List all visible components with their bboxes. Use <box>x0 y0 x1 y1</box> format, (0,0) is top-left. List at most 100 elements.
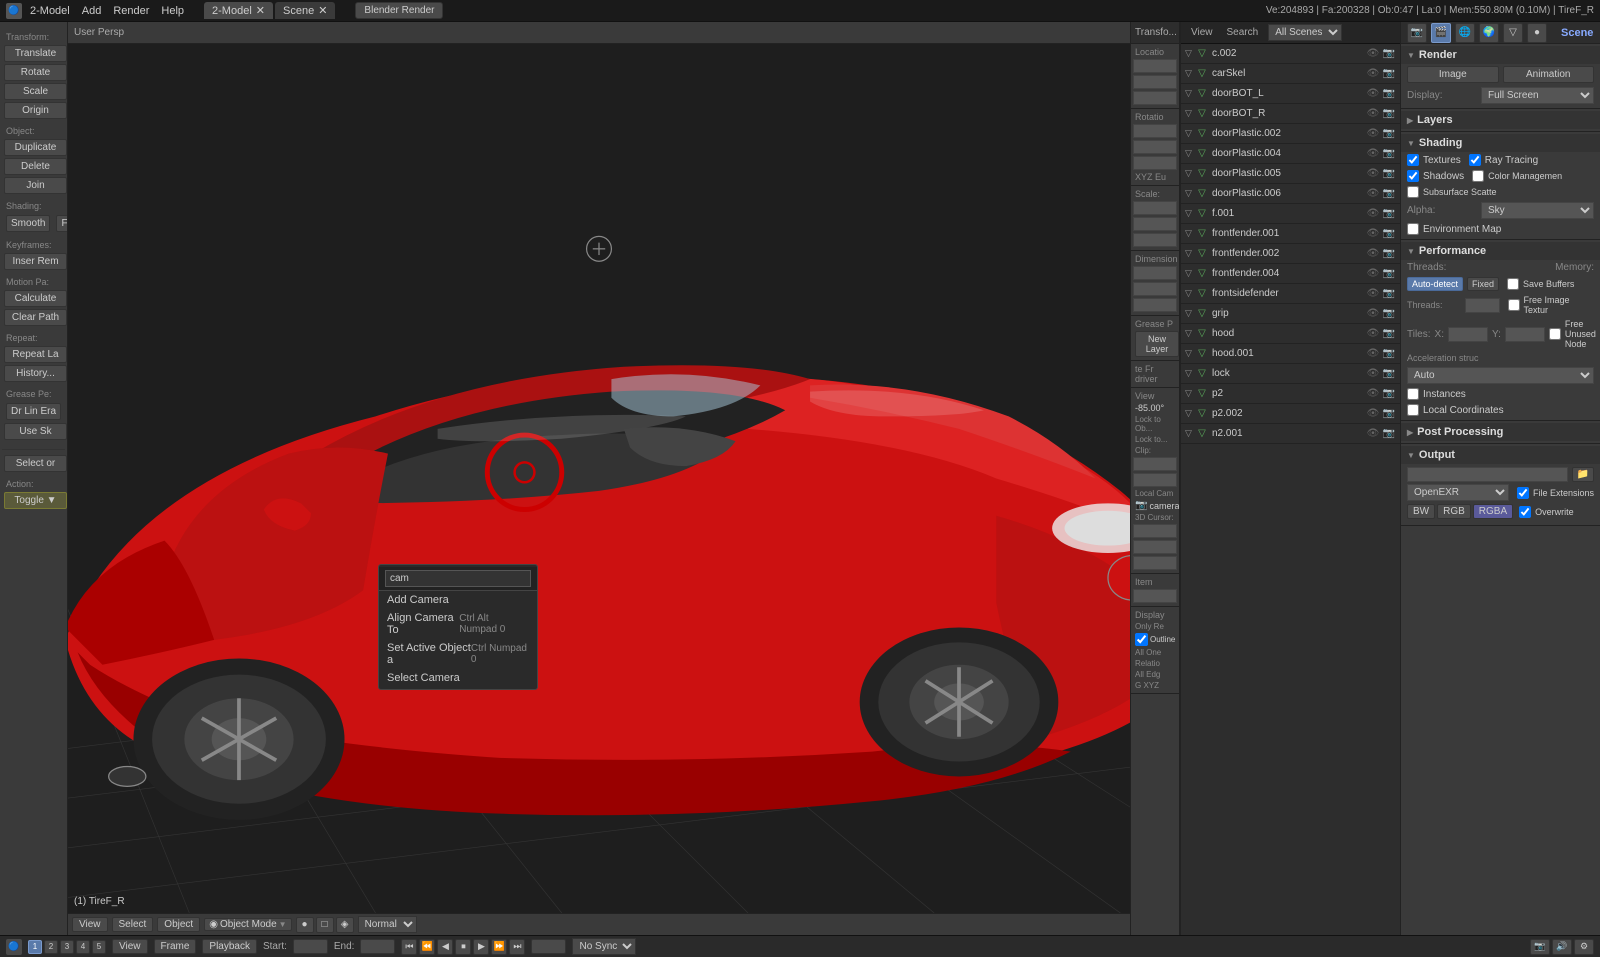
end-frame-input[interactable]: 250 <box>360 939 395 954</box>
op-render[interactable]: 📷 <box>1382 388 1396 399</box>
op-render[interactable]: 📷 <box>1382 88 1396 99</box>
render-properties-icon[interactable]: 🎬 <box>1431 23 1451 43</box>
status-icon-1[interactable]: 📷 <box>1530 939 1550 955</box>
op-render[interactable]: 📷 <box>1382 248 1396 259</box>
menu-help[interactable]: Help <box>161 5 184 17</box>
context-menu-search-input[interactable] <box>385 570 531 587</box>
cursor-z-input[interactable]: -13.68° <box>1133 556 1177 570</box>
layer-2[interactable]: 2 <box>44 940 58 954</box>
scale-y-input[interactable]: -1.0° <box>1133 217 1177 231</box>
skip-back-btn[interactable]: ⏮ <box>401 939 417 955</box>
tab-2model-close[interactable]: ✕ <box>256 4 265 17</box>
loc-y-input[interactable]: -12° <box>1133 75 1177 89</box>
wire-mode-btn[interactable]: □ <box>316 917 334 933</box>
op-vis[interactable]: 👁 <box>1366 88 1380 99</box>
threads-count-input[interactable]: 2 <box>1465 298 1500 313</box>
insert-rem-btn[interactable]: Inser Rem <box>4 253 67 270</box>
outliner-scene-select[interactable]: All Scenes <box>1268 24 1342 41</box>
outliner-item-grip[interactable]: ▽ ▽ grip 👁 📷 <box>1181 304 1400 324</box>
op-render[interactable]: 📷 <box>1382 348 1396 359</box>
tiles-y-input[interactable]: 4 <box>1505 327 1545 342</box>
layer-4[interactable]: 4 <box>76 940 90 954</box>
fixed-btn[interactable]: Fixed <box>1467 277 1499 291</box>
op-render[interactable]: 📷 <box>1382 268 1396 279</box>
op-vis[interactable]: 👁 <box>1366 208 1380 219</box>
context-menu[interactable]: Add Camera Align Camera To Ctrl Alt Nump… <box>378 564 538 690</box>
output-section-title[interactable]: ▼ Output <box>1401 446 1600 464</box>
outliner-item-f001[interactable]: ▽ ▽ f.001 👁 📷 <box>1181 204 1400 224</box>
scale-x-input[interactable]: -1.0° <box>1133 201 1177 215</box>
outliner-search-btn[interactable]: Search <box>1223 26 1263 39</box>
free-unused-checkbox[interactable] <box>1549 328 1561 340</box>
vp-object-btn[interactable]: Object <box>157 917 200 932</box>
op-render[interactable]: 📷 <box>1382 68 1396 79</box>
calculate-btn[interactable]: Calculate <box>4 290 67 307</box>
rotate-btn[interactable]: Rotate <box>4 64 67 81</box>
op-vis[interactable]: 👁 <box>1366 428 1380 439</box>
textures-checkbox[interactable] <box>1407 154 1419 166</box>
op-vis[interactable]: 👁 <box>1366 188 1380 199</box>
scale-btn[interactable]: Scale <box>4 83 67 100</box>
loc-z-input[interactable]: -9.3° <box>1133 91 1177 105</box>
file-ext-checkbox[interactable] <box>1517 487 1529 499</box>
prev-frame-btn[interactable]: ⏪ <box>419 939 435 955</box>
play-btn[interactable]: ▶ <box>473 939 489 955</box>
op-vis[interactable]: 👁 <box>1366 228 1380 239</box>
scale-z-input[interactable]: -1.0° <box>1133 233 1177 247</box>
frame-btn[interactable]: Frame <box>154 939 197 954</box>
local-coord-checkbox[interactable] <box>1407 404 1419 416</box>
render-engine-select[interactable]: Blender Render <box>355 2 443 19</box>
op-vis[interactable]: 👁 <box>1366 108 1380 119</box>
instances-checkbox[interactable] <box>1407 388 1419 400</box>
outliner-item-n2001[interactable]: ▽ ▽ n2.001 👁 📷 <box>1181 424 1400 444</box>
context-menu-item-align-camera[interactable]: Align Camera To Ctrl Alt Numpad 0 <box>379 609 537 639</box>
layer-5[interactable]: 5 <box>92 940 106 954</box>
op-render[interactable]: 📷 <box>1382 128 1396 139</box>
start-frame-input[interactable]: 1 <box>293 939 328 954</box>
clip-far-input[interactable]: -500.0° <box>1133 473 1177 487</box>
overwrite-checkbox[interactable] <box>1519 506 1531 518</box>
outliner-item-carskel[interactable]: ▽ ▽ carSkel 👁 📷 <box>1181 64 1400 84</box>
subsurface-checkbox[interactable] <box>1407 186 1419 198</box>
stop-btn[interactable]: ⏹ <box>455 939 471 955</box>
use-sk-btn[interactable]: Use Sk <box>4 423 67 440</box>
play-back-btn[interactable]: ◀ <box>437 939 453 955</box>
sync-select[interactable]: No Sync <box>572 938 636 955</box>
op-restrict[interactable]: 👁 <box>1366 48 1380 59</box>
context-menu-item-select-camera[interactable]: Select Camera <box>379 669 537 687</box>
outliner-item-doorplastic004[interactable]: ▽ ▽ doorPlastic.004 👁 📷 <box>1181 144 1400 164</box>
world-properties-icon[interactable]: 🌍 <box>1479 23 1499 43</box>
playback-btn[interactable]: Playback <box>202 939 257 954</box>
vp-select-btn[interactable]: Select <box>112 917 154 932</box>
bw-btn[interactable]: BW <box>1407 504 1435 519</box>
auto-detect-btn[interactable]: Auto-detect <box>1407 277 1463 291</box>
op-render[interactable]: 📷 <box>1382 288 1396 299</box>
outliner-item-doorplastic006[interactable]: ▽ ▽ doorPlastic.006 👁 📷 <box>1181 184 1400 204</box>
next-frame-btn[interactable]: ⏩ <box>491 939 507 955</box>
outliner-item-c002[interactable]: ▽ ▽ c.002 👁 📷 <box>1181 44 1400 64</box>
op-vis[interactable]: 👁 <box>1366 288 1380 299</box>
render-section-title[interactable]: ▼ Render <box>1401 46 1600 64</box>
op-vis[interactable]: 👁 <box>1366 388 1380 399</box>
op-vis[interactable]: 👁 <box>1366 148 1380 159</box>
origin-btn[interactable]: Origin <box>4 102 67 119</box>
outliner-item-p2002[interactable]: ▽ ▽ p2.002 👁 📷 <box>1181 404 1400 424</box>
op-render[interactable]: 📷 <box>1382 228 1396 239</box>
translate-btn[interactable]: Translate <box>4 45 67 62</box>
flat-btn[interactable]: Flat <box>56 215 68 232</box>
browse-output-btn[interactable]: 📁 <box>1572 467 1594 482</box>
color-management-checkbox[interactable] <box>1472 170 1484 182</box>
op-vis[interactable]: 👁 <box>1366 248 1380 259</box>
rendered-mode-btn[interactable]: ◈ <box>336 917 354 933</box>
layer-1[interactable]: 1 <box>28 940 42 954</box>
op-render[interactable]: 📷 <box>1382 308 1396 319</box>
menu-file[interactable]: 2-Model <box>30 5 70 17</box>
tab-scene[interactable]: Scene ✕ <box>275 2 335 19</box>
op-vis[interactable]: 👁 <box>1366 348 1380 359</box>
outliner-item-hood[interactable]: ▽ ▽ hood 👁 📷 <box>1181 324 1400 344</box>
view-btn[interactable]: View <box>112 939 148 954</box>
context-menu-item-set-active[interactable]: Set Active Object a Ctrl Numpad 0 <box>379 639 537 669</box>
save-buffers-checkbox[interactable] <box>1507 278 1519 290</box>
join-btn[interactable]: Join <box>4 177 67 194</box>
render-image-btn[interactable]: Image <box>1407 66 1499 83</box>
